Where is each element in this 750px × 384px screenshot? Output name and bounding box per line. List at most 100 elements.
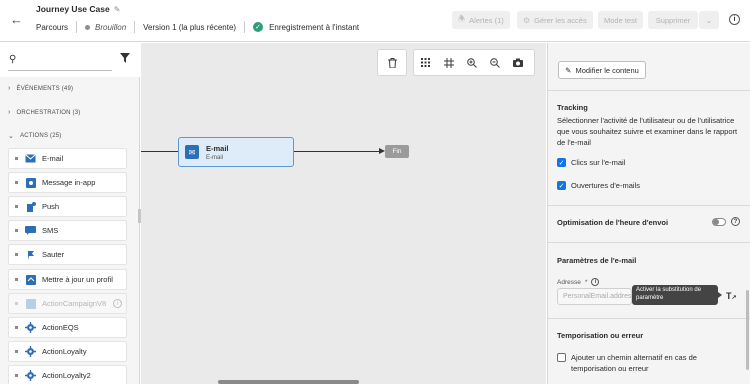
divider	[134, 21, 136, 33]
alerts-label: Alertes (1)	[469, 15, 504, 25]
info-icon[interactable]: i	[591, 278, 600, 286]
version-label: Version 1 (la plus récente)	[143, 22, 237, 32]
chevron-right-icon: ›	[8, 109, 11, 116]
drag-handle-icon	[15, 253, 18, 256]
canvas-toolbar	[413, 49, 535, 76]
action-item-campaign: ActionCampaignV8 i	[8, 293, 127, 314]
jump-icon	[25, 249, 36, 260]
address-field[interactable]: PersonalEmail.address	[557, 288, 632, 305]
action-label: Message in-app	[42, 178, 96, 187]
action-label: E-mail	[42, 154, 64, 163]
incoming-connector	[141, 151, 178, 152]
action-item-update-profile[interactable]: Mettre à jour un profil	[8, 269, 127, 290]
status-dot-icon	[85, 24, 91, 30]
action-item-push[interactable]: Push	[8, 196, 127, 217]
access-icon: ⚙	[523, 15, 531, 25]
saved-check-icon: ✓	[253, 22, 264, 32]
divider	[548, 318, 750, 319]
action-item-eqs[interactable]: ActionEQS	[8, 317, 127, 338]
test-mode-button[interactable]: Mode test	[598, 11, 643, 29]
action-item-inapp[interactable]: Message in-app	[8, 172, 127, 193]
panel-resize-handle[interactable]	[138, 209, 141, 223]
delete-button[interactable]: Supprimer	[648, 11, 698, 29]
checkbox-unchecked-icon[interactable]	[557, 353, 566, 362]
search-icon[interactable]: ⚲	[9, 54, 16, 65]
pencil-icon: ✎	[565, 65, 572, 75]
drag-handle-icon	[15, 350, 18, 353]
end-node[interactable]: Fin	[385, 145, 409, 158]
action-item-loyalty[interactable]: ActionLoyalty	[8, 341, 127, 362]
category-orchestration[interactable]: › ORCHESTRATION (3)	[8, 109, 81, 116]
trash-icon[interactable]	[378, 49, 406, 76]
action-label: SMS	[42, 226, 59, 235]
checkbox-checked-icon[interactable]: ✓	[557, 181, 566, 190]
send-time-title: Optimisation de l'heure d'envoi	[557, 218, 669, 227]
category-label: ORCHESTRATION (3)	[16, 109, 81, 116]
zoom-in-icon[interactable]	[460, 49, 483, 76]
info-icon[interactable]: i	[729, 14, 740, 25]
outgoing-connector	[294, 151, 380, 152]
filter-icon[interactable]	[120, 53, 130, 63]
edit-pencil-icon[interactable]: ✎	[114, 5, 121, 14]
category-events[interactable]: › ÉVÉNEMENTS (49)	[8, 85, 73, 92]
properties-panel: ✎ Modifier le contenu Tracking Sélection…	[547, 43, 750, 384]
journey-canvas[interactable]: ✉ E-mail E-mail Fin	[138, 43, 546, 384]
bell-icon: 🕭	[458, 14, 466, 23]
action-label: ActionLoyalty	[42, 347, 87, 356]
action-item-loyalty2[interactable]: ActionLoyalty2	[8, 365, 127, 384]
sms-icon	[25, 225, 36, 236]
drag-handle-icon	[15, 229, 18, 232]
drag-handle-icon	[15, 181, 18, 184]
required-mark: *	[584, 278, 588, 286]
drag-handle-icon	[15, 374, 18, 377]
vertical-scrollbar[interactable]	[746, 290, 749, 370]
manage-access-label: Gérer les accès	[534, 15, 587, 25]
address-label: Adresse	[557, 278, 581, 286]
info-icon[interactable]: i	[113, 299, 122, 308]
palette-search: ⚲	[0, 43, 140, 77]
more-actions-chevron-icon[interactable]: ⌄	[699, 11, 719, 29]
manage-access-button[interactable]: ⚙ Gérer les accès	[517, 11, 593, 29]
journey-title-row: Journey Use Case ✎	[36, 4, 120, 14]
action-label: ActionCampaignV8	[42, 299, 107, 308]
alerts-button[interactable]: 🕭 Alertes (1)	[452, 11, 510, 29]
action-item-email[interactable]: E-mail	[8, 148, 127, 169]
action-label: ActionEQS	[42, 323, 79, 332]
action-item-jump[interactable]: Sauter	[8, 244, 127, 265]
address-label-row: Adresse * i	[557, 278, 600, 286]
horizontal-scrollbar[interactable]	[218, 380, 359, 384]
email-activity-node[interactable]: ✉ E-mail E-mail	[178, 137, 294, 167]
track-clicks-checkbox[interactable]: ✓ Clics sur l'e-mail	[557, 158, 625, 167]
parameter-substitution-icon[interactable]: T↗	[726, 291, 737, 301]
modify-content-button[interactable]: ✎ Modifier le contenu	[558, 61, 646, 79]
track-opens-checkbox[interactable]: ✓ Ouvertures d'e-mails	[557, 181, 640, 190]
back-arrow-icon[interactable]: ←	[10, 12, 23, 27]
chevron-right-icon: ›	[8, 85, 11, 92]
custom-action-icon	[25, 370, 36, 381]
push-icon	[25, 201, 36, 212]
divider	[548, 242, 750, 243]
node-subtitle: E-mail	[206, 155, 224, 161]
alternate-path-checkbox[interactable]: Ajouter un chemin alternatif en cas de t…	[557, 352, 731, 374]
custom-action-icon	[25, 346, 36, 357]
zoom-out-icon[interactable]	[483, 49, 506, 76]
journey-meta-row: Parcours Brouillon Version 1 (la plus ré…	[36, 20, 359, 34]
divider	[76, 21, 78, 33]
divider	[548, 205, 750, 206]
tracking-title: Tracking	[557, 103, 588, 112]
category-actions[interactable]: ⌄ ACTIONS (25)	[8, 132, 61, 140]
breadcrumb[interactable]: Parcours	[36, 23, 68, 32]
divider	[244, 21, 246, 33]
action-label: Sauter	[42, 250, 65, 259]
action-item-sms[interactable]: SMS	[8, 220, 127, 241]
search-input[interactable]	[8, 70, 112, 71]
checkbox-label: Ajouter un chemin alternatif en cas de t…	[571, 353, 697, 373]
delete-label: Supprimer	[655, 15, 691, 25]
category-label: ÉVÉNEMENTS (49)	[16, 85, 74, 92]
checkbox-checked-icon[interactable]: ✓	[557, 158, 566, 167]
align-grid-icon[interactable]	[437, 49, 460, 76]
camera-icon[interactable]	[506, 49, 529, 76]
help-icon[interactable]: ?	[731, 217, 740, 226]
send-time-toggle[interactable]	[712, 218, 726, 226]
grid-icon[interactable]	[414, 49, 437, 76]
